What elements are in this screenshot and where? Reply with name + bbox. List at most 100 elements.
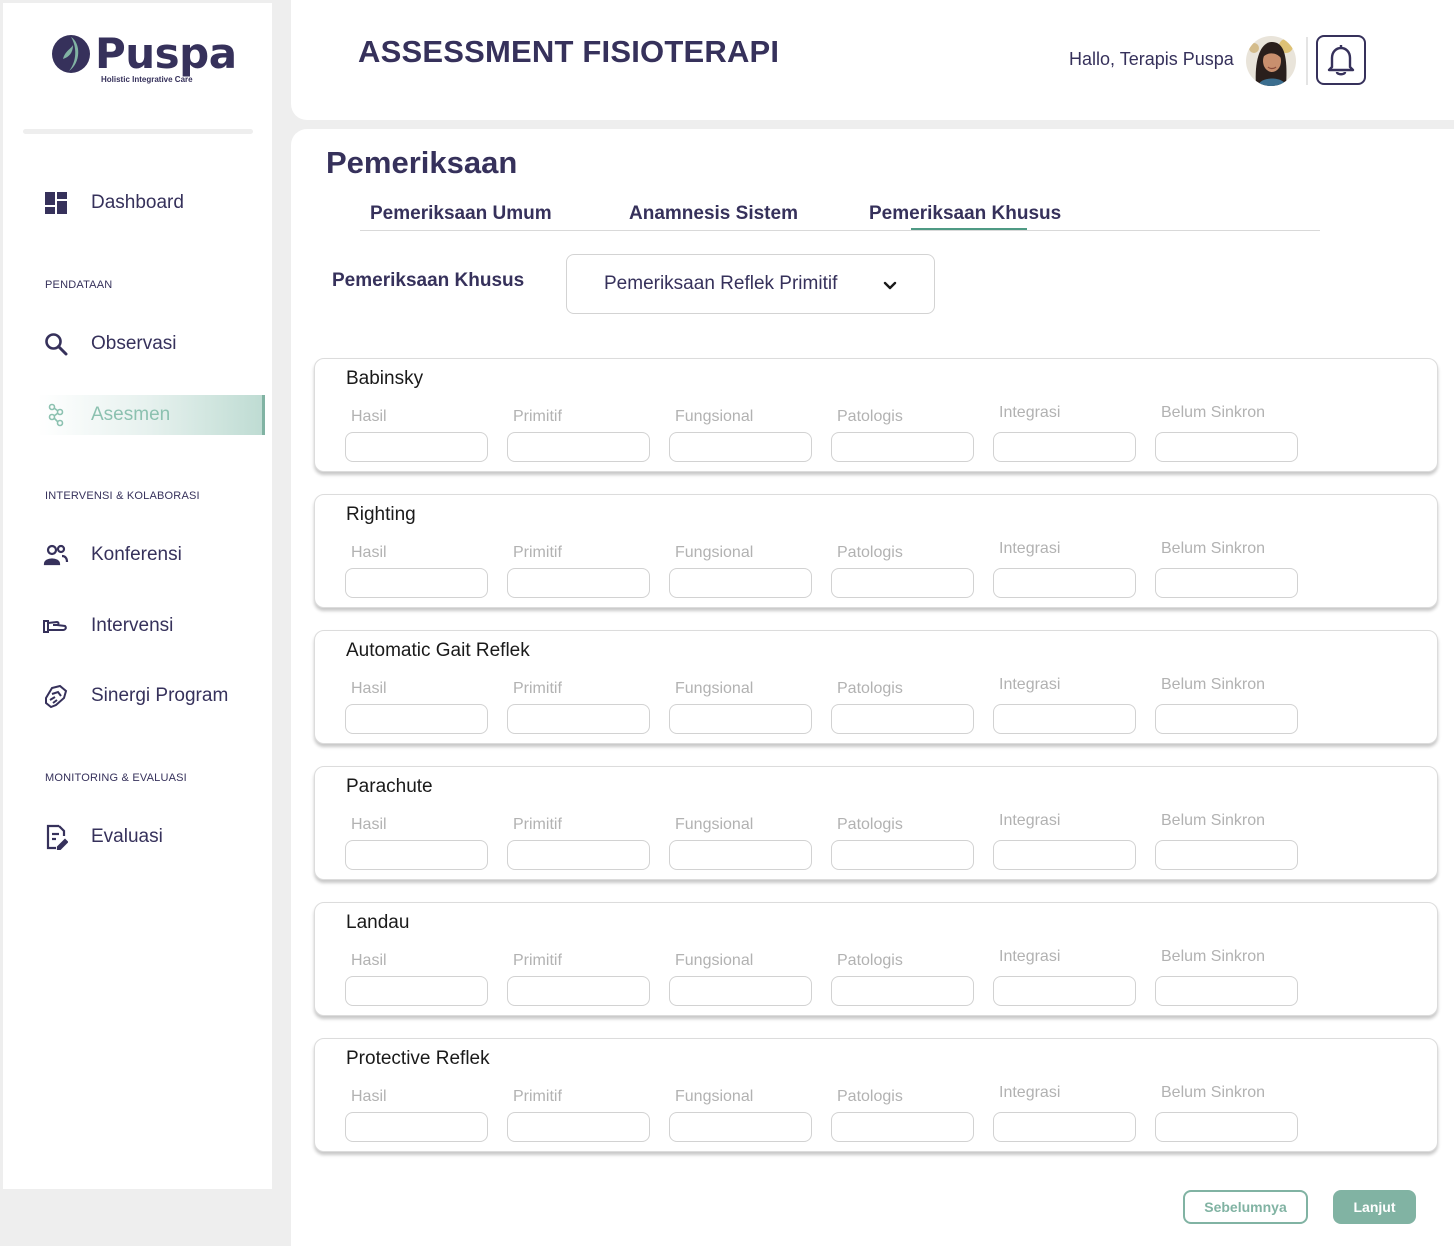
sidebar-item-label: Konferensi <box>91 544 182 565</box>
reflex-input[interactable] <box>507 704 650 734</box>
reflex-input[interactable] <box>993 568 1136 598</box>
reflex-input[interactable] <box>831 568 974 598</box>
tab-pemeriksaan-umum[interactable]: Pemeriksaan Umum <box>370 203 552 225</box>
reflex-input[interactable] <box>669 1112 812 1142</box>
reflex-input[interactable] <box>831 840 974 870</box>
reflex-input[interactable] <box>669 976 812 1006</box>
active-tab-indicator <box>911 228 1027 230</box>
field-label: Fungsional <box>675 680 754 697</box>
field-label: Fungsional <box>675 952 754 969</box>
sidebar-item-evaluasi[interactable]: Evaluasi <box>38 817 265 857</box>
field-label: Patologis <box>837 1088 903 1105</box>
search-icon <box>43 331 69 357</box>
reflex-input[interactable] <box>669 704 812 734</box>
tab-anamnesis-sistem[interactable]: Anamnesis Sistem <box>629 203 798 225</box>
field-label: Primitif <box>513 1088 562 1105</box>
sidebar-item-label: Asesmen <box>91 404 171 425</box>
reflex-input[interactable] <box>345 1112 488 1142</box>
reflex-card: Automatic Gait Reflek Hasil Primitif Fungsi… <box>314 630 1438 744</box>
reflex-input[interactable] <box>669 840 812 870</box>
field-label: Hasil <box>351 544 387 561</box>
page-title: ASSESSMENT FISIOTERAPI <box>358 34 780 69</box>
previous-button[interactable]: Sebelumnya <box>1183 1190 1308 1224</box>
sidebar-item-label: Intervensi <box>91 615 174 636</box>
reflex-input[interactable] <box>831 976 974 1006</box>
sidebar: Puspa Holistic Integrative Care Dashboar… <box>3 3 272 1189</box>
reflex-card: Landau Hasil Primitif Fungsional Patologis In… <box>314 902 1438 1016</box>
reflex-input[interactable] <box>993 1112 1136 1142</box>
reflex-input[interactable] <box>507 432 650 462</box>
reflex-input[interactable] <box>507 976 650 1006</box>
sidebar-item-intervensi[interactable]: Intervensi <box>38 606 265 646</box>
reflex-input[interactable] <box>345 840 488 870</box>
reflex-input[interactable] <box>345 432 488 462</box>
reflex-input[interactable] <box>669 568 812 598</box>
reflex-input[interactable] <box>1155 840 1298 870</box>
reflex-input[interactable] <box>831 432 974 462</box>
reflex-name: Protective Reflek <box>346 1048 490 1069</box>
reflex-input[interactable] <box>1155 976 1298 1006</box>
reflex-input[interactable] <box>669 432 812 462</box>
exam-type-select[interactable]: Pemeriksaan Reflek Primitif <box>566 254 935 314</box>
reflex-input[interactable] <box>1155 704 1298 734</box>
field-label: Fungsional <box>675 1088 754 1105</box>
reflex-input[interactable] <box>831 1112 974 1142</box>
avatar[interactable] <box>1246 36 1296 86</box>
reflex-input[interactable] <box>993 704 1136 734</box>
reflex-input[interactable] <box>831 704 974 734</box>
reflex-card: Righting Hasil Primitif Fungsional Patologis… <box>314 494 1438 608</box>
exam-type-value: Pemeriksaan Reflek Primitif <box>604 273 838 294</box>
field-label: Patologis <box>837 680 903 697</box>
reflex-input[interactable] <box>993 976 1136 1006</box>
reflex-name: Righting <box>346 504 416 525</box>
reflex-input[interactable] <box>1155 432 1298 462</box>
field-label: Belum Sinkron <box>1161 404 1266 421</box>
hand-icon <box>43 613 69 639</box>
field-label: Hasil <box>351 408 387 425</box>
field-label: Hasil <box>351 816 387 833</box>
field-label: Belum Sinkron <box>1161 676 1266 693</box>
field-label: Patologis <box>837 408 903 425</box>
reflex-input[interactable] <box>507 1112 650 1142</box>
logo-wordmark: Puspa <box>95 29 237 78</box>
top-header: ASSESSMENT FISIOTERAPI Hallo, Terapis Pu… <box>291 0 1454 120</box>
field-label: Integrasi <box>999 948 1061 965</box>
reflex-input[interactable] <box>507 840 650 870</box>
reflex-input[interactable] <box>993 432 1136 462</box>
field-label: Fungsional <box>675 544 754 561</box>
exam-tabs: Pemeriksaan Umum Anamnesis Sistem Pemeri… <box>360 199 1320 231</box>
reflex-input[interactable] <box>345 976 488 1006</box>
sidebar-item-asesmen[interactable]: Asesmen <box>38 395 265 435</box>
reflex-card: Protective Reflek Hasil Primitif Fungsional… <box>314 1038 1438 1152</box>
next-button[interactable]: Lanjut <box>1333 1190 1416 1224</box>
reflex-input[interactable] <box>507 568 650 598</box>
reflex-input[interactable] <box>993 840 1136 870</box>
reflex-input[interactable] <box>345 568 488 598</box>
field-label: Primitif <box>513 816 562 833</box>
sidebar-item-dashboard[interactable]: Dashboard <box>38 183 265 223</box>
sidebar-item-sinergi-program[interactable]: Sinergi Program <box>38 676 265 716</box>
sidebar-item-observasi[interactable]: Observasi <box>38 324 265 364</box>
puspa-logo[interactable]: Puspa Holistic Integrative Care <box>51 29 237 89</box>
reflex-input[interactable] <box>1155 568 1298 598</box>
field-label: Primitif <box>513 544 562 561</box>
tab-pemeriksaan-khusus[interactable]: Pemeriksaan Khusus <box>869 203 1061 225</box>
notification-button[interactable] <box>1316 35 1366 85</box>
chevron-down-icon <box>883 281 897 290</box>
exam-type-label: Pemeriksaan Khusus <box>332 270 525 291</box>
field-label: Fungsional <box>675 408 754 425</box>
sidebar-item-label: Observasi <box>91 333 177 354</box>
reflex-card: Parachute Hasil Primitif Fungsional Patologi… <box>314 766 1438 880</box>
field-label: Hasil <box>351 680 387 697</box>
field-label: Patologis <box>837 952 903 969</box>
reflex-name: Parachute <box>346 776 433 797</box>
logo-mark-icon <box>52 35 90 73</box>
field-label: Primitif <box>513 408 562 425</box>
sidebar-item-label: Evaluasi <box>91 826 163 847</box>
section-monitoring-evaluasi: MONITORING & EVALUASI <box>45 772 187 784</box>
field-label: Integrasi <box>999 676 1061 693</box>
reflex-input[interactable] <box>345 704 488 734</box>
reflex-input[interactable] <box>1155 1112 1298 1142</box>
sidebar-item-konferensi[interactable]: Konferensi <box>38 535 265 575</box>
field-label: Patologis <box>837 544 903 561</box>
